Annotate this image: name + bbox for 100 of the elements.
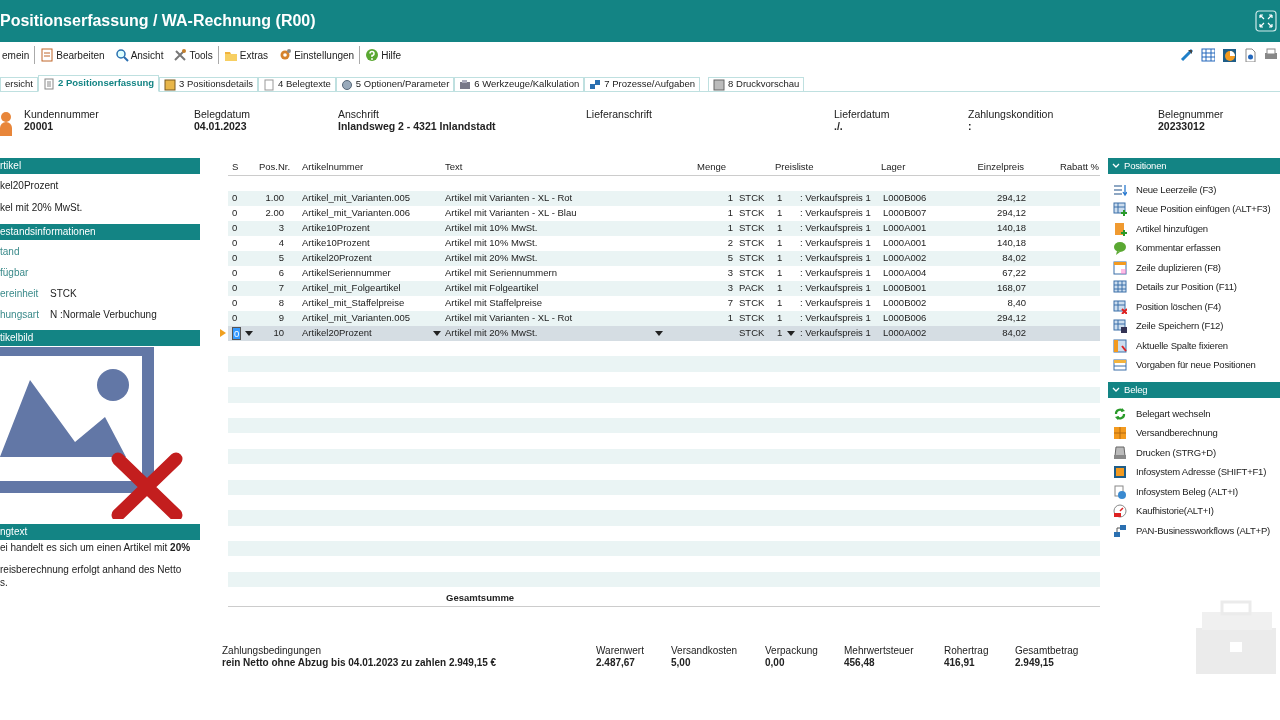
table-cell: 1 bbox=[777, 311, 783, 326]
field-label: Belegdatum bbox=[194, 108, 252, 120]
tab[interactable]: 2 Positionserfassung bbox=[38, 75, 160, 92]
table-cell: Artikel_mit_Varianten.005 bbox=[302, 191, 411, 206]
field-value: 2.487,67 bbox=[596, 657, 636, 669]
table-cell-text: : Verkaufspreis 1 bbox=[799, 281, 872, 296]
panel-action[interactable]: Details zur Position (F11) bbox=[1108, 277, 1280, 297]
table-cell-text: : Verkaufspreis 1 bbox=[799, 191, 872, 206]
tab[interactable]: 8 Druckvorschau bbox=[708, 77, 805, 92]
field-label: hungsart bbox=[0, 308, 40, 322]
table-cell-text: : Verkaufspreis 1 bbox=[799, 206, 872, 221]
dropdown-arrow-icon[interactable] bbox=[245, 331, 254, 336]
menu-item[interactable]: Hilfe bbox=[363, 45, 404, 65]
table-icon[interactable] bbox=[1201, 48, 1215, 62]
table-cell: Artikel_mit_Staffelpreise bbox=[302, 296, 405, 311]
field-label: tand bbox=[0, 245, 21, 259]
table-cell-text: 84,02 bbox=[1001, 326, 1026, 341]
tab[interactable]: 6 Werkzeuge/Kalkulation bbox=[454, 77, 585, 92]
table-cell-text: : Verkaufspreis 1 bbox=[799, 251, 872, 266]
info-document-icon[interactable] bbox=[1243, 48, 1257, 62]
table-cell-text: 84,02 bbox=[1001, 251, 1026, 266]
panel-action[interactable]: Artikel hinzufügen bbox=[1108, 219, 1280, 239]
tab[interactable]: 4 Belegtexte bbox=[258, 77, 336, 92]
panel-action[interactable]: Neue Position einfügen (ALT+F3) bbox=[1108, 199, 1280, 219]
dropdown-arrow-icon[interactable] bbox=[433, 331, 441, 336]
table-cell: 1 bbox=[777, 326, 783, 341]
table-row[interactable]: 0 3 Artike10Prozent Artikel mit 10% MwSt. 1 STCK 1 : Verkaufspreis 1 L000A001 140,18 bbox=[228, 221, 1100, 236]
arrows-cycle-icon bbox=[1113, 406, 1127, 421]
table-cell: 1 bbox=[777, 191, 783, 206]
panel-action[interactable]: Zeile Speichern (F12) bbox=[1108, 316, 1280, 336]
menu-item[interactable]: Einstellungen bbox=[276, 45, 357, 65]
table-cell-text: : Verkaufspreis 1 bbox=[799, 266, 872, 281]
speech-bubble-icon bbox=[1113, 241, 1127, 256]
table-cell-text: 4 bbox=[277, 236, 284, 251]
box-plus-icon bbox=[1113, 221, 1127, 236]
tab[interactable]: 5 Optionen/Parameter bbox=[335, 77, 455, 92]
panel-action[interactable]: PAN-Businessworkflows (ALT+P) bbox=[1108, 521, 1280, 541]
gauge-icon bbox=[1113, 504, 1127, 519]
table-cell: Artike10Prozent bbox=[302, 221, 370, 236]
panel-action[interactable]: Drucken (STRG+D) bbox=[1108, 443, 1280, 463]
table-row[interactable]: 0 1.00 Artikel_mit_Varianten.005 Artikel mit Varianten - XL - Rot 1 STCK 1 : Verkaufspreis 1 L000B006 294,12 bbox=[228, 191, 1100, 206]
field-value: 04.01.2023 bbox=[194, 120, 248, 132]
panel-action[interactable]: Infosystem Beleg (ALT+I) bbox=[1108, 482, 1280, 502]
table-cell-text: 5 bbox=[277, 251, 284, 266]
table-cell-text: 8 bbox=[277, 296, 284, 311]
table-cell-text: STCK bbox=[738, 221, 766, 236]
table-cell-text: L000B001 bbox=[883, 281, 928, 296]
panel-action[interactable]: Kommentar erfassen bbox=[1108, 238, 1280, 258]
menu-item[interactable]: emein bbox=[0, 45, 32, 65]
table-cell-text: 2.00 bbox=[264, 206, 284, 221]
panel-action[interactable]: Aktuelle Spalte fixieren bbox=[1108, 336, 1280, 356]
table-cell: Artikel mit Seriennummern bbox=[445, 266, 557, 281]
table-cell-text: 5 bbox=[726, 251, 733, 266]
table-cell-text: L000A002 bbox=[883, 326, 928, 341]
table-cell-text: L000B006 bbox=[883, 191, 928, 206]
table-cell-text: 0 bbox=[231, 281, 239, 296]
table-cell-text: 0 bbox=[231, 296, 239, 311]
table-cell: Artikel mit 10% MwSt. bbox=[445, 221, 538, 236]
expand-icon[interactable] bbox=[1255, 10, 1277, 32]
tab[interactable]: 3 Positionsdetails bbox=[159, 77, 258, 92]
menu-item[interactable]: Tools bbox=[171, 45, 215, 65]
table-cell-text: STCK bbox=[738, 191, 766, 206]
menu-item[interactable]: Ansicht bbox=[112, 45, 166, 65]
table-cell-text: STCK bbox=[738, 236, 766, 251]
table-row[interactable]: 0 7 Artikel_mit_Folgeartikel Artikel mit Folgeartikel 3 PACK 1 : Verkaufspreis 1 L000B001 168,07 bbox=[228, 281, 1100, 296]
panel-action[interactable]: Versandberechnung bbox=[1108, 423, 1280, 443]
menu-item[interactable]: Extras bbox=[221, 45, 271, 65]
tab[interactable]: ersicht bbox=[0, 77, 38, 92]
tab[interactable]: 7 Prozesse/Aufgaben bbox=[584, 77, 701, 92]
table-cell: 1 bbox=[777, 251, 783, 266]
table-cell-text: 3 bbox=[726, 281, 733, 296]
section-header[interactable]: Positionen bbox=[1108, 158, 1280, 174]
grid-save-icon bbox=[1113, 319, 1127, 334]
pie-chart-icon[interactable] bbox=[1222, 48, 1236, 62]
table-cell-text: : Verkaufspreis 1 bbox=[799, 221, 872, 236]
help-icon bbox=[365, 48, 380, 62]
table-cell: Artikel_mit_Varianten.005 bbox=[302, 311, 411, 326]
printer-icon bbox=[1113, 445, 1127, 460]
panel-action[interactable]: Infosystem Adresse (SHIFT+F1) bbox=[1108, 462, 1280, 482]
field-value: 416,91 bbox=[944, 657, 976, 669]
column-header: Artikelnummer bbox=[302, 160, 365, 175]
table-cell-text: 1 bbox=[726, 191, 733, 206]
panel-action[interactable]: Zeile duplizieren (F8) bbox=[1108, 258, 1280, 278]
panel-action[interactable]: Belegart wechseln bbox=[1108, 404, 1280, 424]
section-header[interactable]: Beleg bbox=[1108, 382, 1280, 398]
dropdown-arrow-icon[interactable] bbox=[787, 331, 796, 336]
menu-item[interactable]: Bearbeiten bbox=[38, 45, 107, 65]
table-cell: 1 bbox=[777, 221, 783, 236]
table-row[interactable]: 0 9 Artikel_mit_Varianten.005 Artikel mit Varianten - XL - Rot 1 STCK 1 : Verkaufspreis 1 L000B006 294,12 bbox=[228, 311, 1100, 326]
field-label: Anschrift bbox=[338, 108, 380, 120]
panel-action[interactable]: Position löschen (F4) bbox=[1108, 297, 1280, 317]
table-row[interactable]: 0 5 Artikel20Prozent Artikel mit 20% MwSt. 5 STCK 1 : Verkaufspreis 1 L000A002 84,02 bbox=[228, 251, 1100, 266]
dropdown-arrow-icon[interactable] bbox=[655, 331, 663, 336]
table-cell-text: 1.00 bbox=[264, 191, 284, 206]
field-label: fügbar bbox=[0, 266, 30, 280]
panel-action[interactable]: Kaufhistorie(ALT+I) bbox=[1108, 501, 1280, 521]
panel-action[interactable]: Neue Leerzeile (F3) bbox=[1108, 180, 1280, 200]
table-cell: Artikel20Prozent bbox=[302, 326, 372, 341]
panel-action[interactable]: Vorgaben für neue Positionen bbox=[1108, 355, 1280, 375]
printer-icon[interactable] bbox=[1264, 48, 1278, 62]
